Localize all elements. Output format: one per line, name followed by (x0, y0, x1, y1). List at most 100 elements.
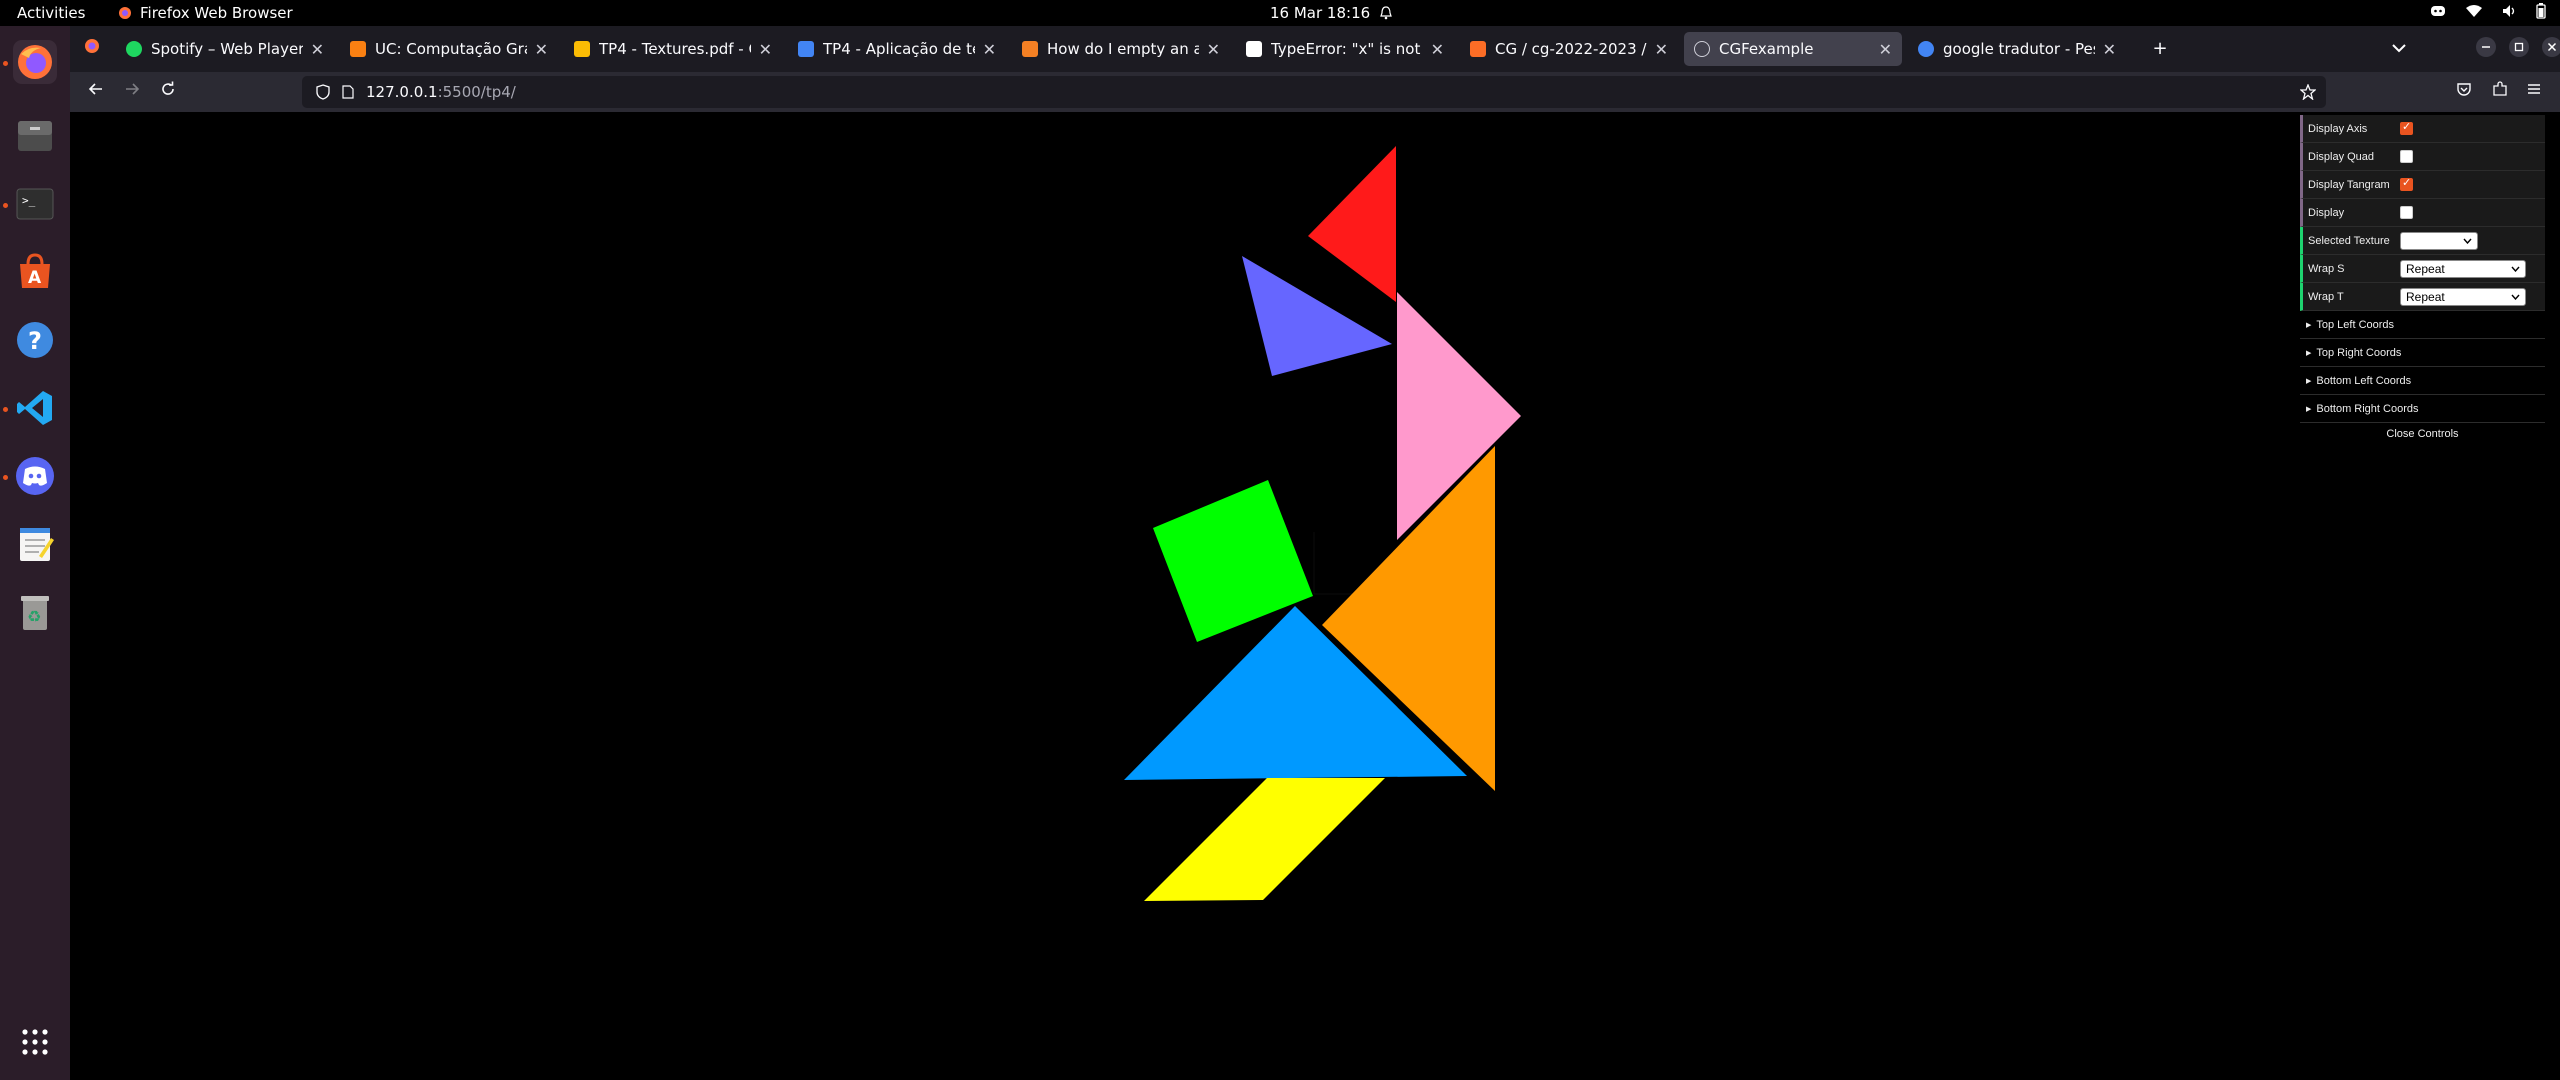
folder-label: Top Left Coords (2316, 318, 2395, 331)
folder-label: Bottom Right Coords (2316, 402, 2419, 415)
tab-title: Spotify – Web Player (151, 40, 303, 58)
display-label: Display (2308, 206, 2345, 219)
selected-texture-row[interactable]: Selected Texture (2300, 227, 2545, 255)
tab-close-icon[interactable]: ✕ (311, 40, 324, 59)
back-button[interactable] (84, 80, 108, 104)
close-controls-button[interactable]: Close Controls (2300, 423, 2545, 445)
browser-tab[interactable]: TP4 - Textures.pdf - Goog ✕ (564, 32, 782, 66)
discord-tray-icon (2431, 6, 2445, 16)
volume-icon (2503, 5, 2515, 17)
bell-icon (1380, 6, 1392, 20)
tab-title: How do I empty an array (1047, 40, 1199, 58)
wrap-t-select[interactable]: Repeat (2400, 287, 2526, 306)
pocket-button[interactable] (2452, 80, 2476, 104)
browser-nav-bar: 127.0.0.1:5500/tp4/ (70, 72, 2560, 112)
vscode-dock-icon[interactable] (13, 386, 57, 430)
folder-bottom-right-coords[interactable]: ▶ Bottom Right Coords (2300, 395, 2545, 423)
battery-icon (2536, 3, 2546, 19)
discord-dock-icon[interactable] (13, 454, 57, 498)
display-quad-checkbox[interactable] (2400, 150, 2413, 163)
trash-dock-icon[interactable]: ♻ (13, 590, 57, 634)
activities-button[interactable]: Activities (17, 4, 85, 22)
firefox-dock-icon[interactable] (13, 40, 57, 84)
google-drive-icon (574, 41, 590, 57)
google-docs-icon (798, 41, 814, 57)
red-triangle (1308, 146, 1396, 302)
svg-text:♻: ♻ (27, 607, 41, 626)
display-axis-row[interactable]: Display Axis (2300, 115, 2545, 143)
tab-close-icon[interactable]: ✕ (759, 40, 772, 59)
terminal-dock-icon[interactable]: >_ (13, 182, 57, 226)
folder-top-right-coords[interactable]: ▶ Top Right Coords (2300, 339, 2545, 367)
forward-button[interactable] (120, 80, 144, 104)
tab-close-icon[interactable]: ✕ (2103, 40, 2116, 59)
close-window-button[interactable] (2540, 37, 2560, 61)
google-icon (1918, 41, 1934, 57)
list-all-tabs-button[interactable] (2387, 37, 2411, 61)
show-apps-button[interactable] (13, 1020, 57, 1064)
new-tab-button[interactable]: + (2148, 37, 2172, 61)
tab-close-icon[interactable]: ✕ (983, 40, 996, 59)
svg-text:?: ? (28, 327, 42, 355)
bookmark-star-icon[interactable] (2300, 84, 2316, 100)
maximize-button[interactable] (2507, 37, 2531, 61)
tab-close-icon[interactable]: ✕ (1879, 40, 1892, 59)
tab-close-icon[interactable]: ✕ (1655, 40, 1668, 59)
svg-text:A: A (28, 268, 42, 288)
tab-title: TP4 - Aplicação de textur (823, 40, 975, 58)
reload-button[interactable] (156, 80, 180, 104)
browser-tab[interactable]: TypeError: "x" is not a fu ✕ (1236, 32, 1454, 66)
url-bar[interactable]: 127.0.0.1:5500/tp4/ (302, 76, 2326, 108)
browser-tab[interactable]: CGFexample ✕ (1684, 32, 1902, 66)
clock[interactable]: 16 Mar 18:16 (1270, 4, 1392, 22)
selected-texture-select[interactable] (2400, 231, 2478, 250)
folder-top-left-coords[interactable]: ▶ Top Left Coords (2300, 311, 2545, 339)
app-menu[interactable]: Firefox Web Browser (118, 4, 293, 22)
wrap-t-row[interactable]: Wrap T Repeat (2300, 283, 2545, 311)
wrap-s-label: Wrap S (2308, 262, 2345, 275)
close-icon (2542, 37, 2560, 57)
browser-tab[interactable]: Spotify – Web Player ✕ (116, 32, 334, 66)
display-checkbox[interactable] (2400, 206, 2413, 219)
firefox-view-button[interactable] (80, 37, 104, 61)
webgl-canvas[interactable] (70, 112, 2560, 1080)
chevron-down-icon (2392, 44, 2406, 53)
ubuntu-dock: >_ A ? ♻ (0, 26, 70, 1080)
browser-tab[interactable]: TP4 - Aplicação de textur ✕ (788, 32, 1006, 66)
page-icon (342, 85, 354, 99)
help-dock-icon[interactable]: ? (13, 318, 57, 362)
menu-button[interactable] (2522, 80, 2546, 104)
minimize-button[interactable] (2474, 37, 2498, 61)
files-dock-icon[interactable] (13, 114, 57, 158)
wrap-s-row[interactable]: Wrap S Repeat (2300, 255, 2545, 283)
stackoverflow-icon (1022, 41, 1038, 57)
browser-tab[interactable]: google tradutor - Pesquis ✕ (1908, 32, 2126, 66)
extensions-button[interactable] (2488, 80, 2512, 104)
browser-tab[interactable]: CG / cg-2022-2023 / t01 / ✕ (1460, 32, 1678, 66)
app-center-dock-icon[interactable]: A (13, 250, 57, 294)
triangle-right-icon: ▶ (2306, 377, 2312, 385)
url-host: 127.0.0.1 (366, 83, 438, 101)
display-row[interactable]: Display (2300, 199, 2545, 227)
tab-close-icon[interactable]: ✕ (535, 40, 548, 59)
display-tangram-row[interactable]: Display Tangram (2300, 171, 2545, 199)
wrap-s-select[interactable]: Repeat (2400, 259, 2526, 278)
dat-gui-panel: Display Axis Display Quad Display Tangra… (2300, 115, 2545, 445)
display-tangram-checkbox[interactable] (2400, 176, 2413, 191)
tab-close-icon[interactable]: ✕ (1431, 40, 1444, 59)
puzzle-icon (2493, 81, 2507, 96)
browser-tab[interactable]: How do I empty an array ✕ (1012, 32, 1230, 66)
hamburger-icon (2528, 84, 2540, 94)
browser-tab[interactable]: UC: Computação Gráfica ✕ (340, 32, 558, 66)
firefox-small-icon (119, 7, 131, 19)
triangle-right-icon: ▶ (2306, 405, 2312, 413)
display-axis-checkbox[interactable] (2400, 120, 2413, 135)
running-indicator (3, 407, 8, 412)
display-quad-row[interactable]: Display Quad (2300, 143, 2545, 171)
system-tray[interactable] (2430, 3, 2546, 19)
tab-title: CG / cg-2022-2023 / t01 / (1495, 40, 1647, 58)
tab-close-icon[interactable]: ✕ (1207, 40, 1220, 59)
text-editor-dock-icon[interactable] (13, 522, 57, 566)
folder-bottom-left-coords[interactable]: ▶ Bottom Left Coords (2300, 367, 2545, 395)
chevron-down-icon (2463, 238, 2472, 244)
